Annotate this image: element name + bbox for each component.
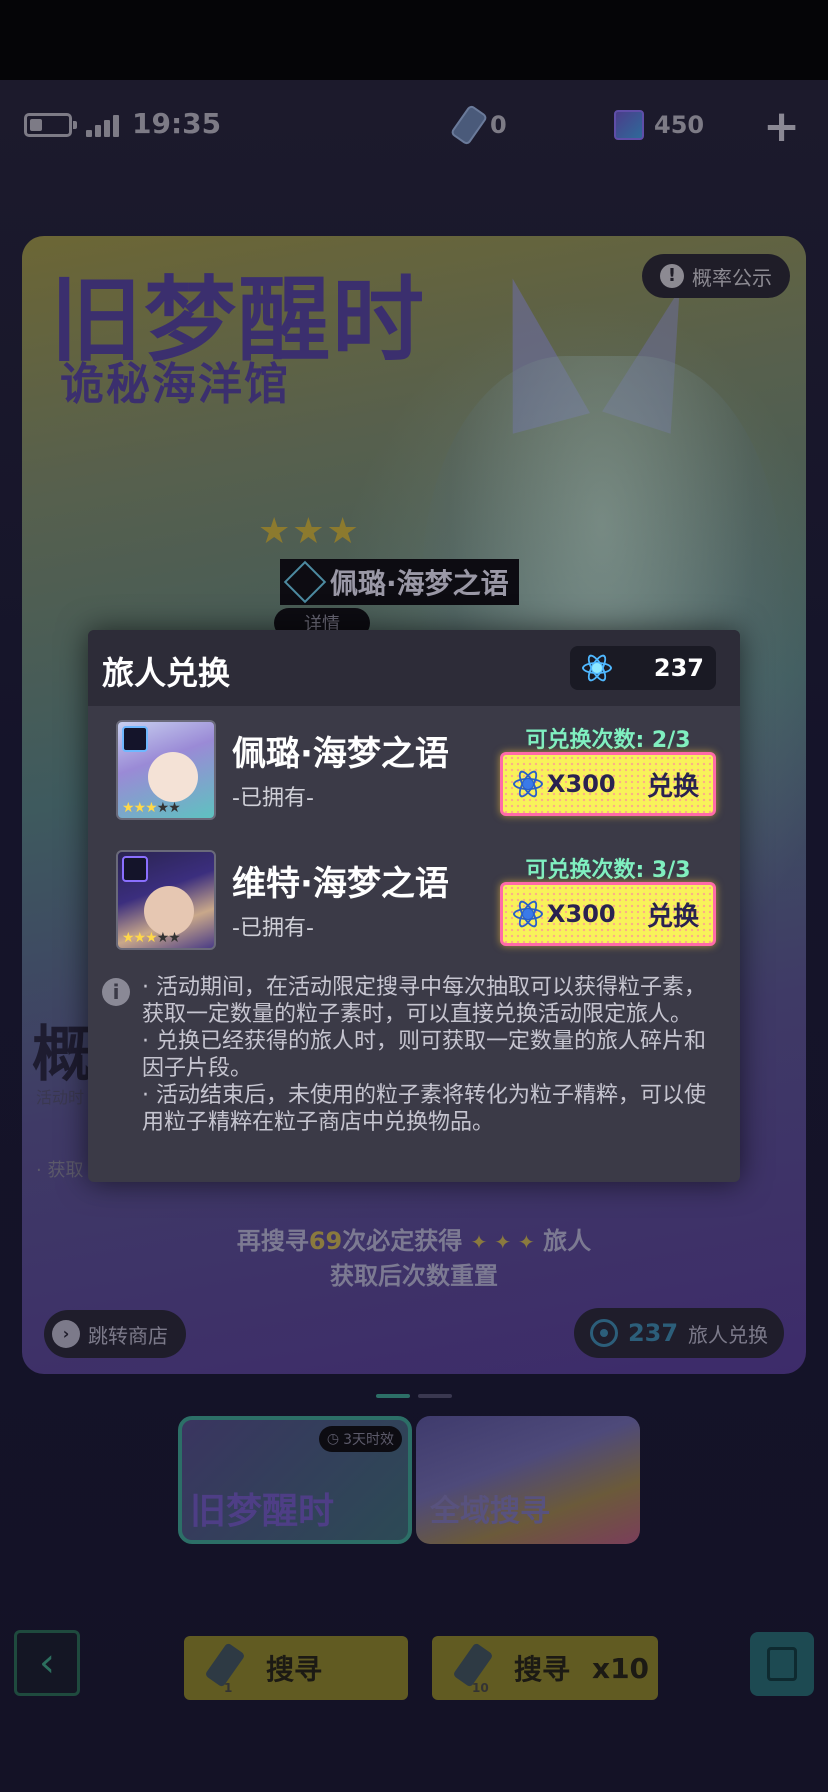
probability-label: 概率公示 (692, 265, 772, 290)
exchange-button-label: 兑换 (646, 771, 699, 802)
clock-icon: ◷ (326, 1431, 340, 1447)
chevron-left-icon: ‹ (39, 1640, 55, 1686)
particle-icon (513, 898, 543, 930)
ticket-icon: 10 (452, 1641, 500, 1695)
exchange-count: 可兑换次数: 2/3 (525, 728, 691, 753)
exchange-item: ★★★★★ 佩璐·海梦之语 -已拥有- 可兑换次数: 2/3 X300 兑换 (116, 720, 716, 824)
featured-name: 佩璐·海梦之语 (330, 567, 509, 600)
traveler-exchange-button[interactable]: 237 旅人兑换 (574, 1308, 784, 1358)
particle-icon (582, 652, 612, 684)
particle-icon (513, 768, 543, 800)
rule-text: · 活动结束后，未使用的粒子素将转化为粒子精粹，可以使用粒子精粹在粒子商店中兑换… (142, 1083, 706, 1135)
side-panel-bullet: · 获取 (36, 1160, 84, 1181)
star-icons: ✦ ✦ ✦ (470, 1230, 535, 1254)
back-button[interactable]: ‹ (14, 1630, 80, 1696)
banner-tab-dream[interactable]: ◷ 3天时效 旧梦醒时 (178, 1416, 412, 1544)
pity-counter-text: 再搜寻69次必定获得 ✦ ✦ ✦ 旅人 获取后次数重置 (236, 1227, 592, 1290)
record-button[interactable] (750, 1632, 814, 1696)
particle-balance-value: 237 (653, 654, 704, 682)
traveler-exchange-modal: 旅人兑换 237 ★★★★★ 佩璐·海梦之语 -已拥有- 可兑换次数: 2/3 … (88, 630, 740, 1182)
character-portrait: ★★★★★ (116, 850, 216, 950)
cube-resource[interactable]: 450 (614, 105, 704, 145)
page-dot (418, 1394, 452, 1398)
ticket-icon: 1 (204, 1641, 252, 1695)
particle-count: 237 (627, 1319, 679, 1347)
page-indicator (376, 1394, 452, 1398)
exchange-button[interactable]: X300 兑换 (500, 882, 716, 946)
rule-text: · 兑换已经获得的旅人时，则可获取一定数量的旅人碎片和因子片段。 (142, 1029, 706, 1081)
search-ten-label: 搜寻 (514, 1653, 571, 1686)
exchange-count: 可兑换次数: 3/3 (525, 858, 691, 883)
search-once-button[interactable]: 1 搜寻 (184, 1636, 408, 1700)
exchange-button[interactable]: X300 兑换 (500, 752, 716, 816)
exchange-button-label: 兑换 (646, 901, 699, 932)
tab-name: 旧梦醒时 (190, 1491, 335, 1532)
class-emblem-icon (283, 560, 327, 604)
battery-icon (24, 113, 77, 137)
exchange-price: X300 (547, 770, 616, 798)
particle-balance: 237 (570, 646, 716, 690)
side-panel-title: 概 (32, 1020, 92, 1090)
character-name: 佩璐·海梦之语 (232, 734, 449, 774)
timer-badge: ◷ 3天时效 (318, 1426, 402, 1452)
banner-subtitle: 诡秘海洋馆 (60, 359, 290, 410)
page-dot-active (376, 1394, 410, 1398)
ticket-resource[interactable]: 0 (449, 103, 507, 147)
clock-time: 19:35 (132, 107, 222, 140)
search-once-label: 搜寻 (266, 1653, 323, 1686)
exchange-item: ★★★★★ 维特·海梦之语 -已拥有- 可兑换次数: 3/3 X300 兑换 (116, 850, 716, 954)
tab-name: 全域搜寻 (430, 1494, 550, 1529)
owned-status: -已拥有- (232, 786, 314, 811)
owned-status: -已拥有- (232, 916, 314, 941)
pity-number: 69 (308, 1227, 343, 1255)
character-name: 维特·海梦之语 (232, 864, 449, 904)
modal-title: 旅人兑换 (102, 654, 231, 692)
ticket-icon (449, 103, 489, 147)
record-icon (767, 1647, 797, 1681)
character-portrait: ★★★★★ (116, 720, 216, 820)
rarity-stars: ★★★★★ (122, 930, 181, 946)
probability-button[interactable]: ! 概率公示 (642, 254, 790, 298)
search-ten-button[interactable]: 10 搜寻 x10 (432, 1636, 658, 1700)
shop-label: 跳转商店 (88, 1323, 168, 1348)
add-currency-button[interactable]: + (763, 101, 800, 152)
cube-count: 450 (654, 111, 705, 139)
featured-name-tag: 佩璐·海梦之语 (280, 559, 519, 605)
particle-icon (589, 1319, 618, 1347)
exchange-price: X300 (547, 900, 616, 928)
exchange-label: 旅人兑换 (688, 1322, 769, 1347)
exchange-rules: i · 活动期间，在活动限定搜寻中每次抽取可以获得粒子素，获取一定数量的粒子素时… (102, 974, 726, 1136)
top-black-bar (0, 0, 828, 80)
rarity-stars: ★★★★★ (122, 800, 181, 816)
alert-icon: ! (660, 264, 684, 288)
info-icon: i (102, 978, 130, 1006)
rule-text: · 活动期间，在活动限定搜寻中每次抽取可以获得粒子素，获取一定数量的粒子素时，可… (142, 975, 706, 1027)
status-bar: 19:35 0 450 + (0, 95, 828, 155)
go-to-shop-button[interactable]: › 跳转商店 (44, 1310, 186, 1358)
search-ten-multiplier: x10 (592, 1651, 650, 1685)
banner-tab-global[interactable]: 全域搜寻 (416, 1416, 640, 1544)
class-emblem-icon (122, 856, 148, 882)
arrow-right-icon: › (52, 1320, 80, 1348)
side-panel-text: 活动时 (36, 1088, 85, 1107)
rarity-stars: ★★★ (258, 511, 361, 552)
class-emblem-icon (122, 726, 148, 752)
modal-header: 旅人兑换 237 (88, 630, 740, 706)
cube-icon (614, 110, 644, 140)
ticket-count: 0 (490, 111, 507, 139)
signal-icon (86, 113, 126, 137)
